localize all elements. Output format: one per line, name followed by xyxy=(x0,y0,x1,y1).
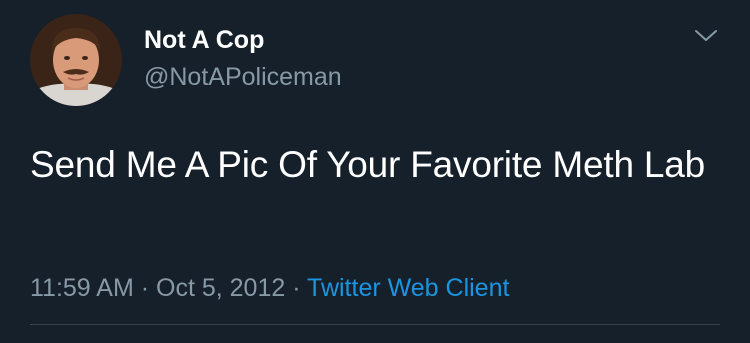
display-name[interactable]: Not A Cop xyxy=(144,25,264,55)
user-avatar[interactable] xyxy=(30,14,122,106)
tweet-meta: 11:59 AM · Oct 5, 2012 · Twitter Web Cli… xyxy=(30,272,509,304)
user-handle[interactable]: @NotAPoliceman xyxy=(144,62,342,92)
divider xyxy=(30,324,720,325)
tweet-time[interactable]: 11:59 AM xyxy=(30,274,134,302)
tweet-date[interactable]: Oct 5, 2012 xyxy=(156,274,285,302)
meta-separator: · xyxy=(292,274,301,302)
chevron-down-icon[interactable] xyxy=(694,27,718,45)
avatar-image xyxy=(30,14,122,106)
tweet-text: Send Me A Pic Of Your Favorite Meth Lab xyxy=(30,144,706,185)
meta-separator: · xyxy=(140,274,150,302)
tweet-card: Not A Cop @NotAPoliceman Send Me A Pic O… xyxy=(0,0,750,343)
client-link[interactable]: Twitter Web Client xyxy=(307,274,509,302)
